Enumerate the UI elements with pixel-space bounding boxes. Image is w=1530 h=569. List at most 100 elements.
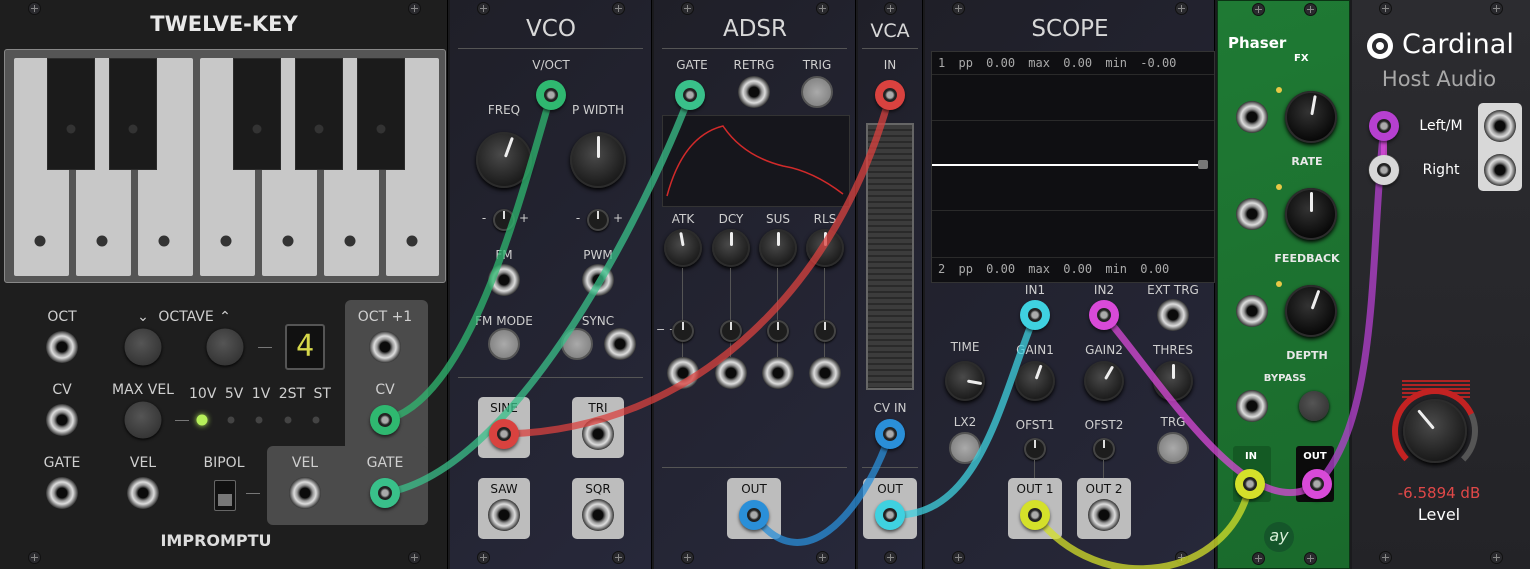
- octave-up-button[interactable]: [206, 328, 244, 366]
- dcy-cv-jack[interactable]: [715, 357, 747, 389]
- trig-label: TRIG: [802, 58, 832, 72]
- plug-voct[interactable]: [536, 80, 566, 110]
- level-knob[interactable]: [1403, 399, 1467, 463]
- range-led[interactable]: [312, 416, 320, 424]
- left-output-jack[interactable]: [1484, 110, 1516, 142]
- oct-input-jack[interactable]: [46, 331, 78, 363]
- plug-vca-in[interactable]: [875, 80, 905, 110]
- plug-scope-out1[interactable]: [1020, 500, 1050, 530]
- trg-button[interactable]: [1157, 432, 1189, 464]
- fm-mode-button[interactable]: [488, 328, 520, 360]
- bypass-cv-jack[interactable]: [1236, 390, 1268, 422]
- plug-vca-cv-in[interactable]: [875, 419, 905, 449]
- right-output-jack[interactable]: [1484, 154, 1516, 186]
- plug-host-left[interactable]: [1369, 111, 1399, 141]
- gain1-knob[interactable]: [1015, 361, 1055, 401]
- scope-display: 1 pp 0.00 max 0.00 min -0.00 2 pp 0.00 m…: [931, 51, 1215, 283]
- cv-input-jack[interactable]: [46, 404, 78, 436]
- ext-trg-jack[interactable]: [1157, 299, 1189, 331]
- dcy-cv-knob[interactable]: [720, 320, 742, 342]
- feedback-led: [1276, 184, 1282, 190]
- plug-cv-out[interactable]: [370, 405, 400, 435]
- rls-cv-knob[interactable]: [814, 320, 836, 342]
- gain2-knob[interactable]: [1084, 361, 1124, 401]
- ofst1-knob[interactable]: [1024, 438, 1046, 460]
- pwm-atten-knob[interactable]: [587, 209, 609, 231]
- black-key[interactable]: [295, 58, 343, 170]
- vel-input-jack[interactable]: [127, 477, 159, 509]
- plug-host-right[interactable]: [1369, 155, 1399, 185]
- vel-output-jack[interactable]: [289, 477, 321, 509]
- black-key[interactable]: [109, 58, 157, 170]
- ofst2-knob[interactable]: [1093, 438, 1115, 460]
- retrg-input-jack[interactable]: [738, 76, 770, 108]
- sync-button[interactable]: [561, 328, 593, 360]
- gate-input-jack[interactable]: [46, 477, 78, 509]
- lx2-button[interactable]: [949, 432, 981, 464]
- rate-knob[interactable]: [1285, 91, 1337, 143]
- plug-adsr-out[interactable]: [739, 500, 769, 530]
- octave-down-button[interactable]: [124, 328, 162, 366]
- octave-display: 4: [285, 324, 325, 370]
- depth-cv-jack[interactable]: [1236, 295, 1268, 327]
- max-vel-button[interactable]: [124, 401, 162, 439]
- atk-cv-jack[interactable]: [667, 357, 699, 389]
- plug-adsr-gate[interactable]: [675, 80, 705, 110]
- oct-plus-label: OCT +1: [357, 309, 413, 325]
- depth-knob[interactable]: [1285, 285, 1337, 337]
- atk-label: ATK: [671, 212, 695, 226]
- pwm-input-jack[interactable]: [582, 264, 614, 296]
- trg-label: TRG: [1160, 415, 1186, 429]
- atk-cv-knob[interactable]: [672, 320, 694, 342]
- black-key[interactable]: [233, 58, 281, 170]
- range-led-active[interactable]: [196, 414, 208, 426]
- sync-input-jack[interactable]: [604, 328, 636, 360]
- plug-gate-out[interactable]: [370, 478, 400, 508]
- rls-cv-jack[interactable]: [809, 357, 841, 389]
- cardinal-logo-icon: [1367, 33, 1393, 59]
- rate-cv-jack[interactable]: [1236, 101, 1268, 133]
- sqr-output-jack[interactable]: [582, 499, 614, 531]
- sus-cv-knob[interactable]: [767, 320, 789, 342]
- ofst2-label: OFST2: [1084, 418, 1124, 432]
- feedback-cv-jack[interactable]: [1236, 198, 1268, 230]
- time-knob[interactable]: [945, 361, 985, 401]
- plug-sine-out[interactable]: [489, 419, 519, 449]
- plug-scope-in1[interactable]: [1020, 300, 1050, 330]
- pwidth-knob[interactable]: [570, 132, 626, 188]
- module-title: VCO: [526, 16, 576, 42]
- dcy-knob[interactable]: [712, 229, 750, 267]
- level-meter: [866, 123, 914, 390]
- range-led[interactable]: [284, 416, 292, 424]
- range-led[interactable]: [227, 416, 235, 424]
- sus-knob[interactable]: [759, 229, 797, 267]
- tri-label: TRI: [588, 401, 608, 415]
- out2-jack[interactable]: [1088, 499, 1120, 531]
- oct-plus-output-jack[interactable]: [369, 331, 401, 363]
- plug-scope-in2[interactable]: [1089, 300, 1119, 330]
- atk-knob[interactable]: [664, 229, 702, 267]
- ext-trg-label: EXT TRG: [1147, 283, 1199, 297]
- plug-phaser-out[interactable]: [1302, 469, 1332, 499]
- bipol-switch[interactable]: [214, 480, 236, 511]
- trig-button[interactable]: [801, 76, 833, 108]
- fm-input-jack[interactable]: [488, 264, 520, 296]
- range-1v-label: 1V: [251, 386, 271, 402]
- saw-output-jack[interactable]: [488, 499, 520, 531]
- bypass-button[interactable]: [1299, 391, 1329, 421]
- black-key[interactable]: [47, 58, 95, 170]
- black-key[interactable]: [357, 58, 405, 170]
- plug-phaser-in[interactable]: [1235, 469, 1265, 499]
- fm-atten-knob[interactable]: [493, 209, 515, 231]
- screw-icon: [28, 2, 41, 15]
- thres-knob[interactable]: [1153, 361, 1193, 401]
- scope-trace: [932, 164, 1204, 166]
- rls-knob[interactable]: [806, 229, 844, 267]
- plug-vca-out[interactable]: [875, 500, 905, 530]
- range-led[interactable]: [255, 416, 263, 424]
- freq-knob[interactable]: [476, 132, 532, 188]
- out-label: OUT: [877, 482, 903, 496]
- feedback-knob[interactable]: [1285, 188, 1337, 240]
- sus-cv-jack[interactable]: [762, 357, 794, 389]
- tri-output-jack[interactable]: [582, 418, 614, 450]
